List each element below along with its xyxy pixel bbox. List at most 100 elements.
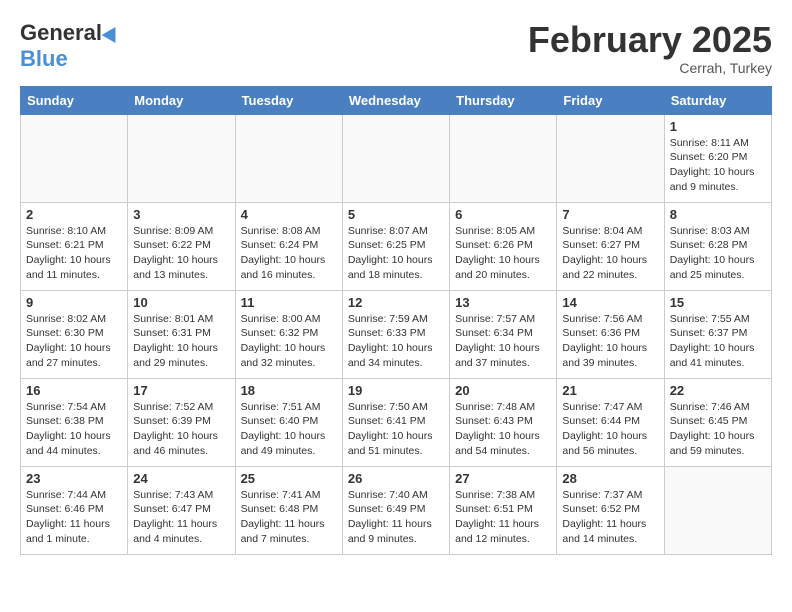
- day-number: 18: [241, 383, 337, 398]
- day-info: Sunrise: 8:08 AM Sunset: 6:24 PM Dayligh…: [241, 224, 337, 283]
- day-number: 19: [348, 383, 444, 398]
- calendar-cell: [450, 114, 557, 202]
- day-info: Sunrise: 8:04 AM Sunset: 6:27 PM Dayligh…: [562, 224, 658, 283]
- day-info: Sunrise: 8:07 AM Sunset: 6:25 PM Dayligh…: [348, 224, 444, 283]
- day-number: 16: [26, 383, 122, 398]
- day-info: Sunrise: 8:01 AM Sunset: 6:31 PM Dayligh…: [133, 312, 229, 371]
- calendar-cell: [21, 114, 128, 202]
- calendar-cell: 10 Sunrise: 8:01 AM Sunset: 6:31 PM Dayli…: [128, 290, 235, 378]
- day-number: 21: [562, 383, 658, 398]
- calendar-cell: 17 Sunrise: 7:52 AM Sunset: 6:39 PM Dayli…: [128, 378, 235, 466]
- day-info: Sunrise: 7:38 AM Sunset: 6:51 PM Dayligh…: [455, 488, 551, 547]
- day-number: 10: [133, 295, 229, 310]
- calendar-cell: [342, 114, 449, 202]
- calendar-cell: [664, 466, 771, 554]
- weekday-header-wednesday: Wednesday: [342, 86, 449, 114]
- day-number: 27: [455, 471, 551, 486]
- weekday-header-friday: Friday: [557, 86, 664, 114]
- calendar-week-row-2: 2 Sunrise: 8:10 AM Sunset: 6:21 PM Daylig…: [21, 202, 772, 290]
- day-number: 2: [26, 207, 122, 222]
- calendar-cell: 11Sunrise: 8:00 AM Sunset: 6:32 PM Dayli…: [235, 290, 342, 378]
- location-subtitle: Cerrah, Turkey: [528, 60, 772, 76]
- day-info: Sunrise: 7:57 AM Sunset: 6:34 PM Dayligh…: [455, 312, 551, 371]
- day-info: Sunrise: 7:52 AM Sunset: 6:39 PM Dayligh…: [133, 400, 229, 459]
- calendar-cell: 16 Sunrise: 7:54 AM Sunset: 6:38 PM Dayli…: [21, 378, 128, 466]
- day-info: Sunrise: 7:56 AM Sunset: 6:36 PM Dayligh…: [562, 312, 658, 371]
- calendar-cell: [128, 114, 235, 202]
- day-info: Sunrise: 8:03 AM Sunset: 6:28 PM Dayligh…: [670, 224, 766, 283]
- day-number: 26: [348, 471, 444, 486]
- day-number: 9: [26, 295, 122, 310]
- day-info: Sunrise: 7:43 AM Sunset: 6:47 PM Dayligh…: [133, 488, 229, 547]
- day-info: Sunrise: 8:05 AM Sunset: 6:26 PM Dayligh…: [455, 224, 551, 283]
- calendar-cell: 5Sunrise: 8:07 AM Sunset: 6:25 PM Daylig…: [342, 202, 449, 290]
- title-block: February 2025 Cerrah, Turkey: [528, 20, 772, 76]
- calendar-cell: 4 Sunrise: 8:08 AM Sunset: 6:24 PM Daylig…: [235, 202, 342, 290]
- day-info: Sunrise: 7:51 AM Sunset: 6:40 PM Dayligh…: [241, 400, 337, 459]
- calendar-cell: 25 Sunrise: 7:41 AM Sunset: 6:48 PM Dayli…: [235, 466, 342, 554]
- day-info: Sunrise: 8:10 AM Sunset: 6:21 PM Dayligh…: [26, 224, 122, 283]
- day-number: 28: [562, 471, 658, 486]
- weekday-header-thursday: Thursday: [450, 86, 557, 114]
- calendar-cell: 27 Sunrise: 7:38 AM Sunset: 6:51 PM Dayli…: [450, 466, 557, 554]
- calendar-cell: 22Sunrise: 7:46 AM Sunset: 6:45 PM Dayli…: [664, 378, 771, 466]
- calendar-cell: 7 Sunrise: 8:04 AM Sunset: 6:27 PM Daylig…: [557, 202, 664, 290]
- day-info: Sunrise: 7:50 AM Sunset: 6:41 PM Dayligh…: [348, 400, 444, 459]
- calendar-week-row-1: 1Sunrise: 8:11 AM Sunset: 6:20 PM Daylig…: [21, 114, 772, 202]
- day-number: 24: [133, 471, 229, 486]
- calendar-cell: 13Sunrise: 7:57 AM Sunset: 6:34 PM Dayli…: [450, 290, 557, 378]
- day-number: 6: [455, 207, 551, 222]
- calendar-cell: 9 Sunrise: 8:02 AM Sunset: 6:30 PM Daylig…: [21, 290, 128, 378]
- calendar-cell: 14Sunrise: 7:56 AM Sunset: 6:36 PM Dayli…: [557, 290, 664, 378]
- calendar-cell: 12Sunrise: 7:59 AM Sunset: 6:33 PM Dayli…: [342, 290, 449, 378]
- day-info: Sunrise: 7:44 AM Sunset: 6:46 PM Dayligh…: [26, 488, 122, 547]
- weekday-header-row: SundayMondayTuesdayWednesdayThursdayFrid…: [21, 86, 772, 114]
- weekday-header-monday: Monday: [128, 86, 235, 114]
- calendar-cell: [235, 114, 342, 202]
- day-number: 7: [562, 207, 658, 222]
- day-info: Sunrise: 8:00 AM Sunset: 6:32 PM Dayligh…: [241, 312, 337, 371]
- day-info: Sunrise: 7:41 AM Sunset: 6:48 PM Dayligh…: [241, 488, 337, 547]
- day-info: Sunrise: 7:55 AM Sunset: 6:37 PM Dayligh…: [670, 312, 766, 371]
- day-info: Sunrise: 8:09 AM Sunset: 6:22 PM Dayligh…: [133, 224, 229, 283]
- day-number: 4: [241, 207, 337, 222]
- calendar-cell: 3 Sunrise: 8:09 AM Sunset: 6:22 PM Daylig…: [128, 202, 235, 290]
- calendar-cell: 2 Sunrise: 8:10 AM Sunset: 6:21 PM Daylig…: [21, 202, 128, 290]
- calendar-cell: 8 Sunrise: 8:03 AM Sunset: 6:28 PM Daylig…: [664, 202, 771, 290]
- day-info: Sunrise: 7:54 AM Sunset: 6:38 PM Dayligh…: [26, 400, 122, 459]
- calendar-cell: 15 Sunrise: 7:55 AM Sunset: 6:37 PM Dayli…: [664, 290, 771, 378]
- day-number: 1: [670, 119, 766, 134]
- calendar-cell: 18 Sunrise: 7:51 AM Sunset: 6:40 PM Dayli…: [235, 378, 342, 466]
- logo-triangle-icon: [102, 23, 123, 43]
- calendar-cell: [557, 114, 664, 202]
- day-number: 17: [133, 383, 229, 398]
- calendar-cell: 1Sunrise: 8:11 AM Sunset: 6:20 PM Daylig…: [664, 114, 771, 202]
- month-title: February 2025: [528, 20, 772, 60]
- calendar-cell: 23 Sunrise: 7:44 AM Sunset: 6:46 PM Dayli…: [21, 466, 128, 554]
- calendar-cell: 28 Sunrise: 7:37 AM Sunset: 6:52 PM Dayli…: [557, 466, 664, 554]
- weekday-header-saturday: Saturday: [664, 86, 771, 114]
- day-number: 20: [455, 383, 551, 398]
- day-info: Sunrise: 8:02 AM Sunset: 6:30 PM Dayligh…: [26, 312, 122, 371]
- day-number: 15: [670, 295, 766, 310]
- day-info: Sunrise: 7:59 AM Sunset: 6:33 PM Dayligh…: [348, 312, 444, 371]
- calendar-week-row-5: 23 Sunrise: 7:44 AM Sunset: 6:46 PM Dayli…: [21, 466, 772, 554]
- day-info: Sunrise: 7:37 AM Sunset: 6:52 PM Dayligh…: [562, 488, 658, 547]
- calendar-cell: 20 Sunrise: 7:48 AM Sunset: 6:43 PM Dayli…: [450, 378, 557, 466]
- day-number: 25: [241, 471, 337, 486]
- calendar-cell: 26 Sunrise: 7:40 AM Sunset: 6:49 PM Dayli…: [342, 466, 449, 554]
- page-header: General Blue February 2025 Cerrah, Turke…: [20, 20, 772, 76]
- day-info: Sunrise: 7:48 AM Sunset: 6:43 PM Dayligh…: [455, 400, 551, 459]
- weekday-header-sunday: Sunday: [21, 86, 128, 114]
- day-info: Sunrise: 7:47 AM Sunset: 6:44 PM Dayligh…: [562, 400, 658, 459]
- day-number: 3: [133, 207, 229, 222]
- day-number: 23: [26, 471, 122, 486]
- logo-general-text: General: [20, 20, 102, 46]
- calendar-week-row-4: 16 Sunrise: 7:54 AM Sunset: 6:38 PM Dayli…: [21, 378, 772, 466]
- day-number: 8: [670, 207, 766, 222]
- calendar-cell: 19 Sunrise: 7:50 AM Sunset: 6:41 PM Dayli…: [342, 378, 449, 466]
- day-info: Sunrise: 7:40 AM Sunset: 6:49 PM Dayligh…: [348, 488, 444, 547]
- calendar-cell: 24 Sunrise: 7:43 AM Sunset: 6:47 PM Dayli…: [128, 466, 235, 554]
- logo: General Blue: [20, 20, 120, 72]
- calendar-table: SundayMondayTuesdayWednesdayThursdayFrid…: [20, 86, 772, 555]
